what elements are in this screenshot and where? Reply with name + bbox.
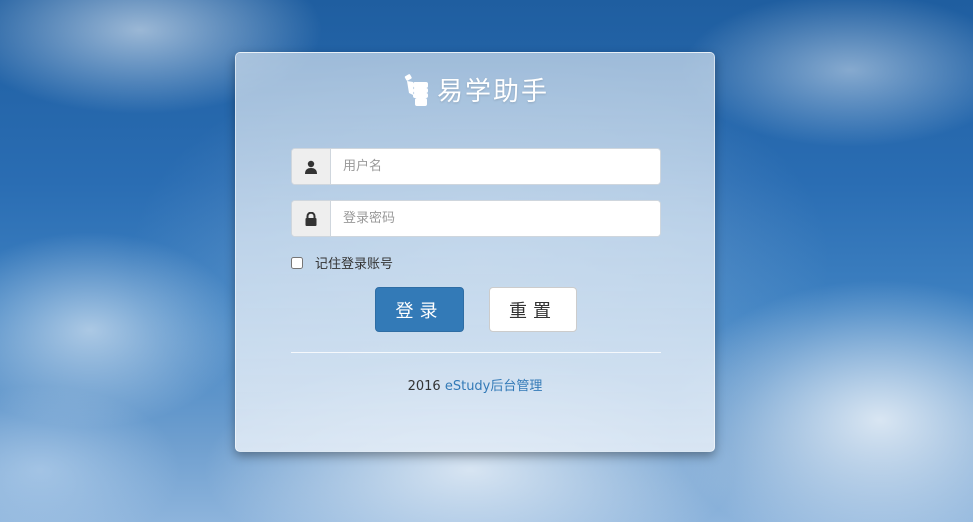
footer-link[interactable]: eStudy后台管理	[445, 379, 543, 394]
lock-icon	[305, 211, 317, 226]
username-input[interactable]	[331, 149, 660, 184]
divider	[291, 352, 661, 353]
password-addon	[292, 201, 331, 236]
user-icon	[305, 160, 317, 174]
fist-icon	[404, 73, 428, 106]
brand: 易学助手	[236, 71, 714, 108]
footer-year: 2016	[407, 379, 441, 394]
password-group	[291, 200, 661, 237]
remember-login[interactable]: 记住登录账号	[291, 253, 393, 272]
login-button[interactable]: 登录	[375, 287, 464, 332]
reset-button[interactable]: 重置	[489, 287, 577, 332]
remember-label: 记住登录账号	[315, 257, 394, 272]
username-group	[291, 148, 661, 185]
app-title: 易学助手	[436, 77, 549, 107]
password-input[interactable]	[331, 201, 660, 236]
username-addon	[292, 149, 331, 184]
remember-checkbox[interactable]	[291, 256, 303, 269]
footer: 2016 eStudy后台管理	[236, 375, 714, 394]
login-panel: 易学助手 记住登录账号 登录 重置 2016 eStudy后台管理	[235, 52, 715, 452]
